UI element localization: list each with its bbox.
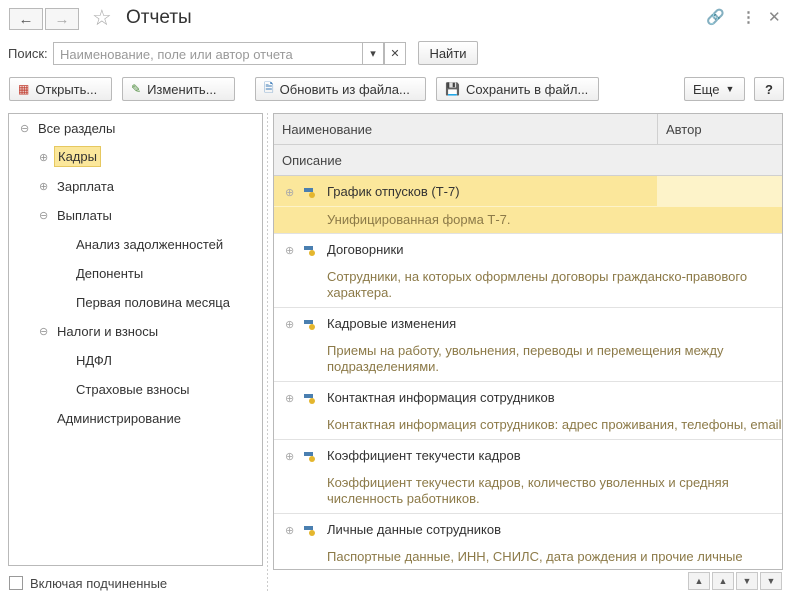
tree-item-pervaya-polovina[interactable]: Первая половина месяца [76, 295, 230, 310]
tree-item-ndfl[interactable]: НДФЛ [76, 353, 112, 368]
find-button[interactable]: Найти [418, 41, 478, 65]
arrow-right-icon: → [54, 10, 70, 28]
report-name: График отпусков (Т-7) [327, 184, 460, 199]
scroll-first-button[interactable]: ▲ [688, 572, 710, 590]
link-icon[interactable]: 🔗 [706, 8, 725, 26]
forward-button[interactable]: → [45, 8, 79, 30]
down-icon: ▼ [742, 576, 752, 586]
tree-item-deponenty[interactable]: Депоненты [76, 266, 143, 281]
report-description: Приемы на работу, увольнения, переводы и… [327, 343, 724, 374]
scroll-down-button[interactable]: ▼ [736, 572, 758, 590]
reports-table: Наименование Автор Описание ⊕ График отп… [273, 113, 783, 570]
more-menu-label: Еще [693, 81, 720, 97]
report-item-icon [304, 526, 315, 536]
more-vertical-icon[interactable]: ⋮ [741, 8, 756, 26]
column-header-description[interactable]: Описание [282, 153, 342, 168]
caret-down-icon: ▾ [370, 48, 376, 60]
edit-button-label: Изменить... [147, 81, 217, 97]
table-row[interactable]: ⊕ Личные данные сотрудников Паспортные д… [274, 514, 782, 569]
search-label: Поиск: [8, 46, 48, 61]
edit-button[interactable]: ✎ Изменить... [122, 77, 235, 101]
table-row[interactable]: ⊕ График отпусков (Т-7) Унифицированная … [274, 176, 782, 234]
save-to-file-button[interactable]: 💾 Сохранить в файл... [436, 77, 599, 101]
column-header-author[interactable]: Автор [666, 122, 702, 137]
search-clear-button[interactable]: ✕ [384, 42, 406, 65]
favorite-star-icon[interactable]: ☆ [92, 5, 112, 31]
report-icon: ▦ [18, 82, 30, 96]
clear-icon: ✕ [390, 48, 400, 60]
first-icon: ▲ [694, 576, 704, 586]
update-from-file-button[interactable]: 🗎 Обновить из файла... [255, 77, 426, 101]
expand-icon[interactable]: ⊕ [285, 392, 294, 405]
report-name: Контактная информация сотрудников [327, 390, 555, 405]
table-row[interactable]: ⊕ Коэффициент текучести кадров Коэффицие… [274, 440, 782, 514]
floppy-disk-icon: 💾 [445, 82, 460, 96]
collapse-icon[interactable]: ⊖ [39, 325, 48, 338]
save-to-file-label: Сохранить в файл... [465, 81, 589, 97]
report-description: Сотрудники, на которых оформлены договор… [327, 269, 748, 300]
search-dropdown-button[interactable]: ▾ [362, 42, 384, 65]
report-item-icon [304, 320, 315, 330]
column-header-name[interactable]: Наименование [282, 122, 372, 137]
more-menu-button[interactable]: Еще ▼ [684, 77, 745, 101]
scroll-last-button[interactable]: ▼ [760, 572, 782, 590]
report-item-icon [304, 452, 315, 462]
up-icon: ▲ [718, 576, 728, 586]
report-description: Паспортные данные, ИНН, СНИЛС, дата рожд… [327, 549, 743, 564]
table-subheader: Описание [274, 145, 782, 176]
report-description: Унифицированная форма Т-7. [327, 212, 511, 227]
expand-icon[interactable]: ⊕ [285, 318, 294, 331]
tree-item-administrirovanie[interactable]: Администрирование [57, 411, 181, 426]
table-row[interactable]: ⊕ Кадровые изменения Приемы на работу, у… [274, 308, 782, 382]
file-import-icon: 🗎 [264, 80, 274, 95]
report-name: Коэффициент текучести кадров [327, 448, 521, 463]
expand-icon[interactable]: ⊕ [39, 180, 48, 193]
table-row[interactable]: ⊕ Договорники Сотрудники, на которых офо… [274, 234, 782, 308]
close-icon[interactable]: ✕ [768, 8, 781, 26]
report-name: Кадровые изменения [327, 316, 457, 331]
caret-down-icon: ▼ [725, 84, 735, 94]
last-icon: ▼ [766, 576, 776, 586]
tree-item-zarplata[interactable]: Зарплата [57, 179, 114, 194]
tree-item-kadry[interactable]: Кадры [54, 146, 101, 167]
table-header: Наименование Автор [274, 114, 782, 145]
expand-icon[interactable]: ⊕ [285, 244, 294, 257]
expand-icon[interactable]: ⊕ [285, 524, 294, 537]
include-subordinate-checkbox[interactable] [9, 576, 23, 590]
update-from-file-label: Обновить из файла... [279, 81, 410, 97]
report-description: Контактная информация сотрудников: адрес… [327, 417, 783, 432]
tree-item-strahovye[interactable]: Страховые взносы [76, 382, 189, 397]
pencil-icon: ✎ [131, 82, 142, 96]
open-button-label: Открыть... [35, 81, 98, 97]
report-item-icon [304, 246, 315, 256]
collapse-icon[interactable]: ⊖ [39, 209, 48, 222]
report-name: Личные данные сотрудников [327, 522, 501, 537]
tree-item-vyplaty[interactable]: Выплаты [57, 208, 112, 223]
include-subordinate-label: Включая подчиненные [30, 576, 168, 591]
search-input[interactable]: Наименование, поле или автор отчета [53, 42, 363, 65]
expand-icon[interactable]: ⊕ [39, 151, 48, 164]
report-item-icon [304, 394, 315, 404]
expand-icon[interactable]: ⊕ [285, 450, 294, 463]
open-button[interactable]: ▦ Открыть... [9, 77, 112, 101]
expand-icon[interactable]: ⊕ [285, 186, 294, 199]
sections-tree: ⊖ Все разделы ⊕ Кадры ⊕ Зарплата ⊖ Выпла… [8, 113, 263, 566]
tree-item-nalogi[interactable]: Налоги и взносы [57, 324, 158, 339]
scroll-up-button[interactable]: ▲ [712, 572, 734, 590]
report-item-icon [304, 188, 315, 198]
report-name: Договорники [327, 242, 404, 257]
splitter[interactable] [267, 113, 268, 593]
tree-item-analiz[interactable]: Анализ задолженностей [76, 237, 223, 252]
table-row[interactable]: ⊕ Контактная информация сотрудников Конт… [274, 382, 783, 440]
tree-root[interactable]: Все разделы [38, 121, 115, 136]
back-button[interactable]: ← [9, 8, 43, 30]
collapse-icon[interactable]: ⊖ [20, 122, 29, 135]
report-description: Коэффициент текучести кадров, количество… [327, 475, 729, 506]
arrow-left-icon: ← [18, 10, 34, 28]
help-button[interactable]: ? [754, 77, 784, 101]
page-title: Отчеты [126, 7, 192, 28]
